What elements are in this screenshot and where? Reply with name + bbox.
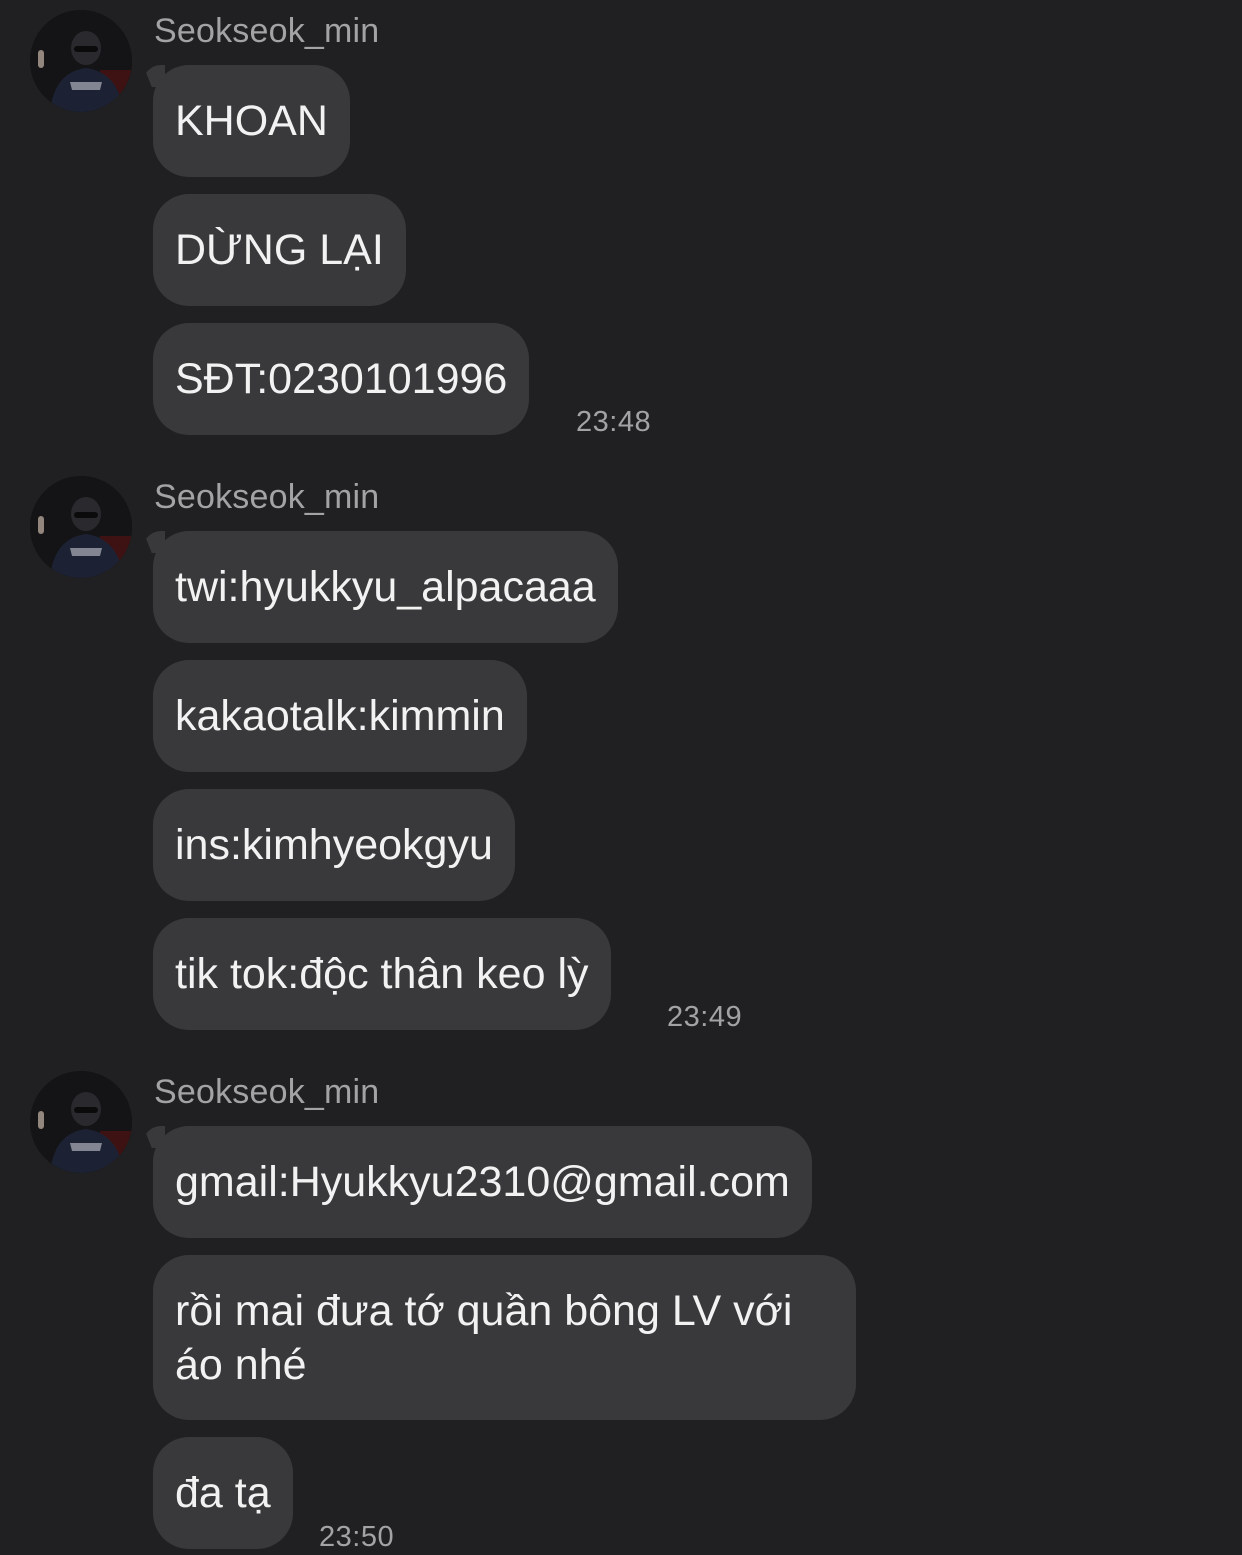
message-timestamp: 23:50 [319, 1521, 395, 1553]
message-group-3: Seokseok_min gmail:Hyukkyu2310@gmail.com… [0, 1071, 1242, 1555]
message-bubble[interactable]: twi:hyukkyu_alpacaaa [153, 531, 618, 643]
message-bubble[interactable]: SĐT:0230101996 [153, 323, 530, 435]
message-group-1: Seokseok_min KHOAN DỪNG LẠI SĐT:02301019… [0, 10, 1242, 440]
message-timestamp: 23:49 [667, 1001, 743, 1033]
user-avatar-photo-icon [30, 476, 132, 578]
message-bubble[interactable]: đa tạ [153, 1437, 293, 1549]
user-avatar-photo-icon [30, 10, 132, 112]
message-bubble[interactable]: ins:kimhyeokgyu [153, 789, 515, 901]
sender-name: Seokseok_min [154, 12, 380, 50]
sender-name: Seokseok_min [154, 1073, 380, 1111]
message-bubble[interactable]: kakaotalk:kimmin [153, 660, 527, 772]
sender-avatar[interactable] [30, 1071, 132, 1173]
message-timestamp: 23:48 [576, 406, 652, 438]
message-bubble[interactable]: DỪNG LẠI [153, 194, 406, 306]
message-bubble[interactable]: gmail:Hyukkyu2310@gmail.com [153, 1126, 812, 1238]
message-bubble[interactable]: KHOAN [153, 65, 350, 177]
sender-avatar[interactable] [30, 10, 132, 112]
message-bubble[interactable]: tik tok:độc thân keo lỳ [153, 918, 611, 1030]
user-avatar-photo-icon [30, 1071, 132, 1173]
message-group-2: Seokseok_min twi:hyukkyu_alpacaaa kakaot… [0, 476, 1242, 1036]
sender-name: Seokseok_min [154, 478, 380, 516]
message-bubble[interactable]: rồi mai đưa tớ quần bông LV với áo nhé [153, 1255, 856, 1420]
sender-avatar[interactable] [30, 476, 132, 578]
